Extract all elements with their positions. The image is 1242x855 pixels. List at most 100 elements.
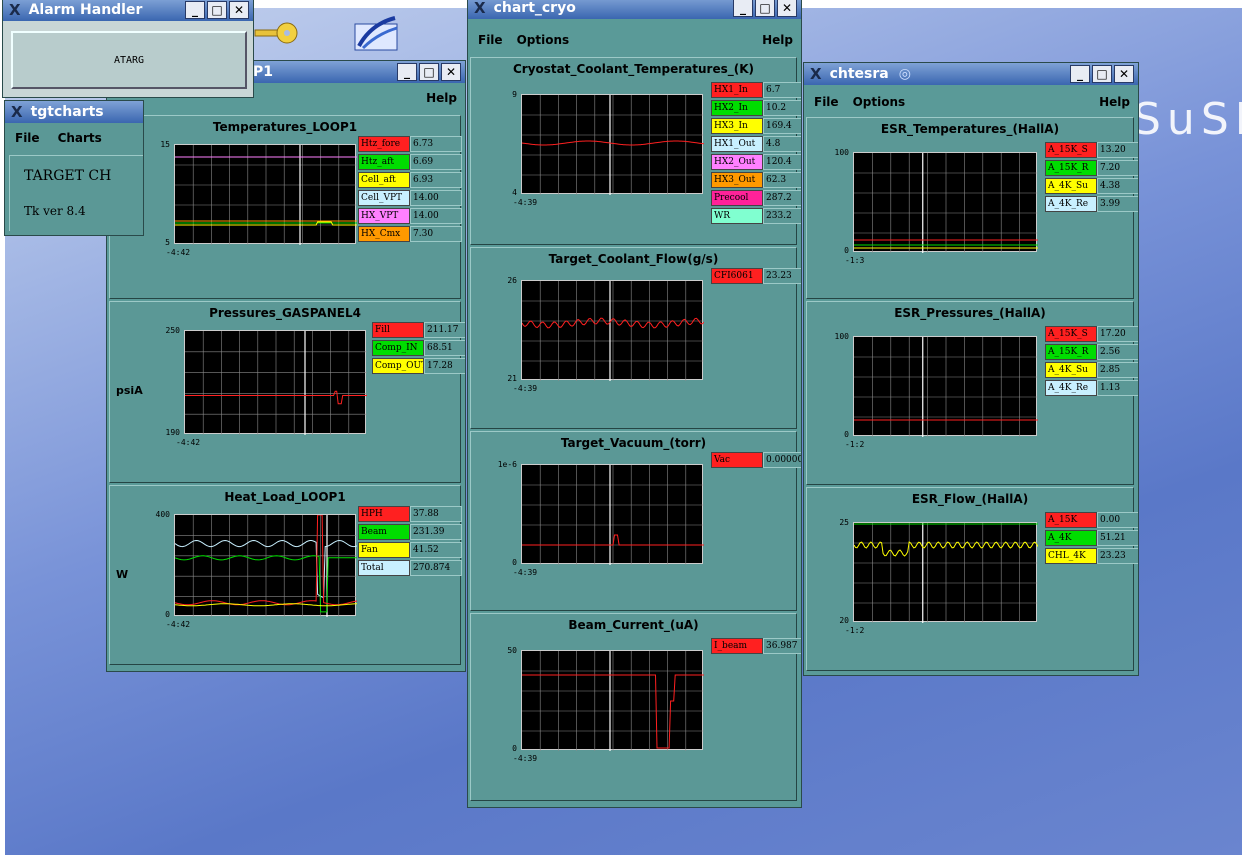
- legend-name[interactable]: A_4K_Re: [1045, 196, 1097, 212]
- chart-panel: ESR_Pressures_(HallA) 100 0 -1:2 A_15K_S 17.2…: [806, 301, 1138, 485]
- minimize-icon[interactable]: _: [185, 1, 205, 19]
- x-axis-start: -4:39: [513, 568, 538, 577]
- legend-name[interactable]: A_15K: [1045, 512, 1097, 528]
- help-menu[interactable]: Help: [1099, 95, 1130, 109]
- close-icon[interactable]: ✕: [229, 1, 249, 19]
- legend-name[interactable]: Cell_VPT: [358, 190, 410, 206]
- minimize-icon[interactable]: _: [397, 63, 417, 81]
- chart-title: Heat_Load_LOOP1: [224, 490, 346, 504]
- alarm-titlebar[interactable]: X Alarm Handler _ □ ✕: [3, 0, 253, 21]
- legend-name[interactable]: A_4K: [1045, 530, 1097, 546]
- x-axis-start: -1:2: [845, 440, 865, 449]
- x-axis-start: -1:2: [845, 626, 865, 635]
- legend-row: Vac0.0000002: [711, 452, 801, 468]
- legend-name[interactable]: I_beam: [711, 638, 763, 654]
- legend-name[interactable]: HX3_In: [711, 118, 763, 134]
- file-menu[interactable]: File: [15, 131, 40, 145]
- y-axis-min: 0: [512, 558, 517, 567]
- legend-name[interactable]: Beam: [358, 524, 410, 540]
- maximize-icon[interactable]: □: [755, 0, 775, 17]
- legend-name[interactable]: A_15K_R: [1045, 160, 1097, 176]
- legend-row: A_15K_R 2.56: [1045, 344, 1138, 360]
- charts-menu[interactable]: Charts: [58, 131, 102, 145]
- legend-name[interactable]: Precool: [711, 190, 763, 206]
- legend-name[interactable]: Fan: [358, 542, 410, 558]
- maximize-icon[interactable]: □: [419, 63, 439, 81]
- legend-value: 169.4: [763, 118, 801, 134]
- legend-name[interactable]: Htz_fore: [358, 136, 410, 152]
- maximize-icon[interactable]: □: [207, 1, 227, 19]
- legend-name[interactable]: CHL_4K: [1045, 548, 1097, 564]
- legend-value: 17.20: [1097, 326, 1138, 342]
- tgtcharts-window[interactable]: Xtgtcharts File Charts TARGET CH Tk ver …: [4, 100, 144, 236]
- atarg-button[interactable]: ATARG: [11, 31, 247, 89]
- x-axis-start: -4:39: [513, 754, 538, 763]
- legend-name[interactable]: A_15K_S: [1045, 142, 1097, 158]
- legend-value: 68.51: [424, 340, 465, 356]
- legend-name[interactable]: CFI6061: [711, 268, 763, 284]
- legend-name[interactable]: HX1_In: [711, 82, 763, 98]
- key-icon[interactable]: [254, 22, 298, 44]
- legend-name[interactable]: HPH: [358, 506, 410, 522]
- legend-value: 41.52: [410, 542, 462, 558]
- help-menu[interactable]: Help: [426, 91, 457, 105]
- plot-canvas: [854, 523, 1038, 623]
- plot-canvas: [522, 95, 704, 195]
- legend-name[interactable]: HX3_Out: [711, 172, 763, 188]
- file-menu[interactable]: File: [478, 33, 503, 47]
- legend-name[interactable]: A_4K_Su: [1045, 178, 1097, 194]
- y-axis-max: 100: [834, 332, 849, 341]
- chart-panel: Beam_Current_(uA) 50 0 -4:39 I_beam 36.987: [470, 613, 801, 801]
- legend-value: 2.85: [1097, 362, 1138, 378]
- legend-value: 231.39: [410, 524, 462, 540]
- alarm-handler-window[interactable]: X Alarm Handler _ □ ✕ ATARG: [2, 0, 254, 98]
- legend-row: A_4K_Re 1.13: [1045, 380, 1138, 396]
- legend-name[interactable]: Cell_aft: [358, 172, 410, 188]
- options-menu[interactable]: Options: [853, 95, 906, 109]
- legend-name[interactable]: HX_VPT: [358, 208, 410, 224]
- chart-title: Pressures_GASPANEL4: [209, 306, 361, 320]
- help-menu[interactable]: Help: [762, 33, 793, 47]
- legend-name[interactable]: Comp_OUT: [372, 358, 424, 374]
- legend: A_15K_S 17.20 A_15K_R 2.56 A_4K_Su 2.85 A_4K_R…: [1045, 326, 1138, 396]
- legend-name[interactable]: HX1_Out: [711, 136, 763, 152]
- legend-name[interactable]: Total: [358, 560, 410, 576]
- plot-canvas: [185, 331, 367, 435]
- x-logo-icon: X: [474, 0, 486, 17]
- legend-row: HPH 37.88: [358, 506, 462, 522]
- legend-name[interactable]: A_4K_Re: [1045, 380, 1097, 396]
- minimize-icon[interactable]: _: [733, 0, 753, 17]
- minimize-icon[interactable]: _: [1070, 65, 1090, 83]
- legend-name[interactable]: A_15K_S: [1045, 326, 1097, 342]
- plot-area: [184, 330, 367, 435]
- legend-name[interactable]: WR: [711, 208, 763, 224]
- esr-window[interactable]: X chtesra ◎ _ □ ✕ File Options Help ESR_Te…: [803, 62, 1139, 676]
- legend-row: HX_Cmx 7.30: [358, 226, 462, 242]
- cryo-window[interactable]: X chart_cryo _ □ ✕ File Options Help Cryos…: [467, 0, 802, 808]
- close-icon[interactable]: ✕: [777, 0, 797, 17]
- legend-name[interactable]: A_15K_R: [1045, 344, 1097, 360]
- y-axis-max: 9: [512, 90, 517, 99]
- legend-name[interactable]: A_4K_Su: [1045, 362, 1097, 378]
- loop1-title: P1: [253, 64, 274, 80]
- legend-name[interactable]: HX2_In: [711, 100, 763, 116]
- tgtcharts-body: TARGET CH Tk ver 8.4: [9, 155, 143, 231]
- legend-name[interactable]: HX_Cmx: [358, 226, 410, 242]
- loop1-window[interactable]: P1 _□✕ Help Temperatures_LOOP1155-4:42KH…: [106, 60, 466, 672]
- close-icon[interactable]: ✕: [1114, 65, 1134, 83]
- legend-name[interactable]: Vac: [711, 452, 763, 468]
- maximize-icon[interactable]: □: [1092, 65, 1112, 83]
- esr-titlebar[interactable]: X chtesra ◎ _ □ ✕: [804, 63, 1138, 85]
- legend-name[interactable]: Comp_IN: [372, 340, 424, 356]
- legend-name[interactable]: HX2_Out: [711, 154, 763, 170]
- tgtcharts-titlebar[interactable]: Xtgtcharts: [5, 101, 143, 123]
- close-icon[interactable]: ✕: [441, 63, 461, 81]
- legend-name[interactable]: Fill: [372, 322, 424, 338]
- plot-canvas: [175, 515, 357, 617]
- cryo-titlebar[interactable]: X chart_cryo _ □ ✕: [468, 0, 801, 19]
- file-menu[interactable]: File: [814, 95, 839, 109]
- legend-name[interactable]: Htz_aft: [358, 154, 410, 170]
- options-menu[interactable]: Options: [517, 33, 570, 47]
- chart-panel: Heat_Load_LOOP1 400 0 -4:42 W HPH 37.88 Beam 231…: [109, 485, 462, 665]
- office-icon[interactable]: [354, 16, 398, 51]
